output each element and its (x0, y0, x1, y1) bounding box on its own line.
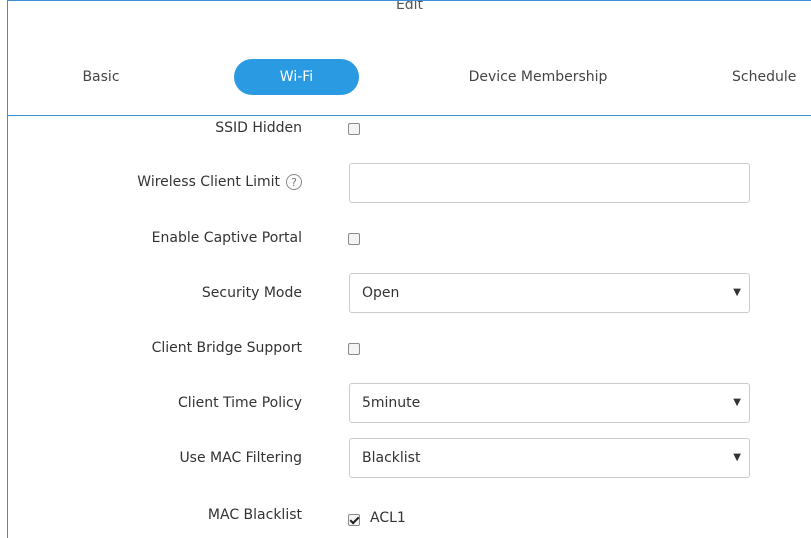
chevron-down-icon: ▼ (733, 452, 741, 463)
client-time-policy-label: Client Time Policy (178, 395, 302, 411)
tab-divider (8, 115, 811, 116)
dialog-title: Edit (395, 0, 424, 13)
wireless-client-limit-label: Wireless Client Limit ? (137, 174, 302, 190)
enable-captive-portal-checkbox[interactable] (348, 233, 360, 245)
tab-basic[interactable]: Basic (78, 59, 124, 95)
client-time-policy-select[interactable]: 5minute ▼ (349, 383, 750, 423)
mac-blacklist-acl1-label: ACL1 (370, 510, 406, 526)
chevron-down-icon: ▼ (733, 397, 741, 408)
mac-blacklist-acl1-checkbox[interactable] (348, 514, 360, 526)
wireless-client-limit-text: Wireless Client Limit (137, 174, 280, 190)
security-mode-value: Open (362, 285, 400, 301)
client-bridge-support-checkbox[interactable] (348, 343, 360, 355)
help-icon[interactable]: ? (286, 174, 302, 190)
mac-blacklist-label: MAC Blacklist (207, 507, 302, 523)
chevron-down-icon: ▼ (733, 287, 741, 298)
edit-dialog: Edit Basic Wi-Fi Device Membership Sched… (7, 0, 811, 538)
security-mode-select[interactable]: Open ▼ (349, 273, 750, 313)
client-time-policy-value: 5minute (362, 395, 421, 411)
tab-schedule[interactable]: Schedule (732, 59, 811, 95)
client-bridge-support-label: Client Bridge Support (151, 340, 302, 356)
use-mac-filtering-label: Use MAC Filtering (179, 450, 302, 466)
ssid-hidden-checkbox[interactable] (348, 123, 360, 135)
tab-wifi[interactable]: Wi-Fi (234, 59, 359, 95)
use-mac-filtering-value: Blacklist (362, 450, 421, 466)
wireless-client-limit-input[interactable] (349, 163, 750, 203)
ssid-hidden-label: SSID Hidden (215, 120, 302, 136)
tab-device-membership[interactable]: Device Membership (453, 59, 623, 95)
use-mac-filtering-select[interactable]: Blacklist ▼ (349, 438, 750, 478)
enable-captive-portal-label: Enable Captive Portal (151, 230, 302, 246)
security-mode-label: Security Mode (201, 285, 302, 301)
